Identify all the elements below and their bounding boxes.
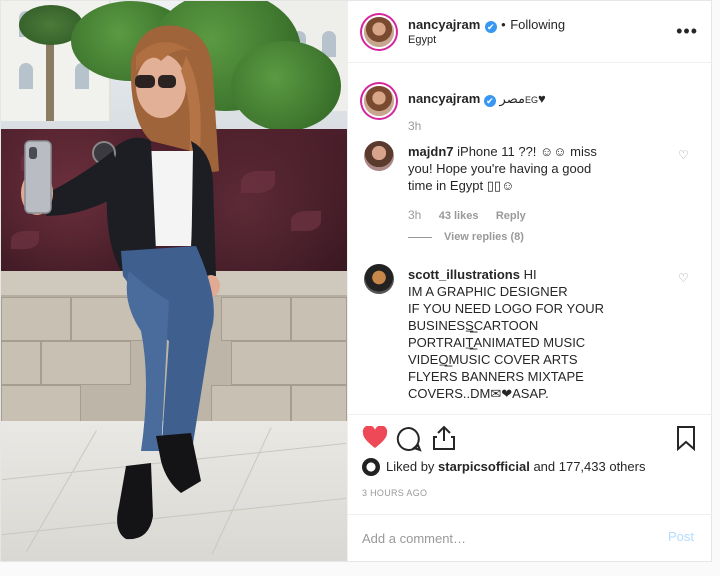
comment-likes-count[interactable]: 43 likes (439, 210, 479, 222)
caption-username[interactable]: nancyajram (408, 91, 480, 106)
likes-others[interactable]: and 177,433 others (533, 459, 645, 474)
location-label[interactable]: Egypt (408, 34, 436, 46)
caption-time: 3h (408, 119, 422, 133)
header-separator: • (501, 17, 506, 32)
add-comment-bar: Post (348, 514, 712, 561)
post-timestamp[interactable]: 3 HOURS AGO (362, 488, 427, 498)
post-photo[interactable] (1, 1, 347, 561)
comment-username[interactable]: majdn7 (408, 144, 454, 159)
caption-text: مصر (499, 91, 525, 106)
add-comment-input[interactable] (362, 528, 622, 548)
liker-avatar[interactable] (362, 458, 380, 476)
comment-username[interactable]: scott_illustrations (408, 267, 520, 282)
post-comment-button[interactable]: Post (668, 529, 694, 544)
reply-button[interactable]: Reply (496, 210, 526, 222)
share-icon[interactable] (432, 425, 456, 451)
likes-summary: Liked by starpicsofficial and 177,433 ot… (362, 458, 645, 476)
comment-like-heart-icon[interactable]: ♡ (678, 148, 690, 162)
comment-majdn7: majdn7 iPhone 11 ??! ☺☺ miss you! Hope y… (408, 144, 597, 193)
liker-username[interactable]: starpicsofficial (438, 459, 530, 474)
avatar[interactable] (364, 17, 394, 47)
bookmark-icon[interactable] (676, 425, 696, 451)
post-header: nancyajram ✔ • Following Egypt ••• (348, 1, 712, 63)
comment-scott-illustrations: scott_illustrations HI IM A GRAPHIC DESI… (408, 267, 604, 401)
like-heart-icon[interactable] (362, 426, 388, 450)
post-actions: Liked by starpicsofficial and 177,433 ot… (348, 414, 712, 514)
caption: nancyajram ✔ مصرEG♥ (408, 90, 546, 109)
header-username[interactable]: nancyajram (408, 17, 480, 32)
instagram-post: nancyajram ✔ • Following Egypt ••• nancy… (0, 0, 712, 562)
more-options-icon[interactable]: ••• (676, 21, 698, 42)
avatar[interactable] (364, 86, 394, 116)
comments-section[interactable]: nancyajram ✔ مصرEG♥ 3h majdn7 iPhone 11 … (348, 63, 712, 414)
person-selfie (21, 25, 220, 540)
following-button[interactable]: Following (510, 17, 565, 32)
avatar[interactable] (364, 264, 394, 294)
verified-badge-icon: ✔ (483, 95, 496, 107)
avatar[interactable] (364, 141, 394, 171)
comment-icon[interactable] (396, 426, 422, 452)
verified-badge-icon: ✔ (484, 21, 497, 33)
view-replies-button[interactable]: View replies (8) (408, 231, 524, 243)
flag-text: EG (524, 95, 538, 105)
comment-like-heart-icon[interactable]: ♡ (678, 271, 690, 285)
post-side-panel: nancyajram ✔ • Following Egypt ••• nancy… (347, 1, 712, 561)
heart-emoji: ♥ (537, 91, 546, 106)
comment-time: 3h (408, 208, 422, 222)
